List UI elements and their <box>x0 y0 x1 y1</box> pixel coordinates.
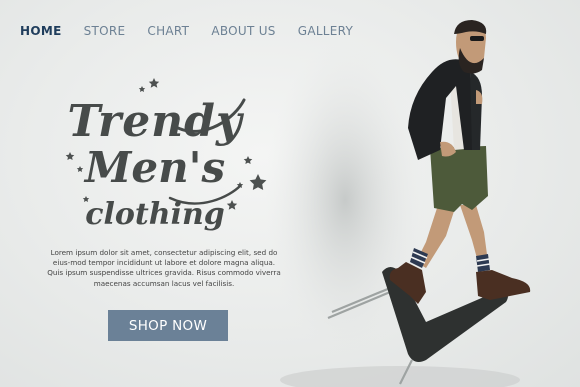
nav-chart[interactable]: CHART <box>147 24 189 38</box>
nav-store[interactable]: STORE <box>84 24 126 38</box>
hero-title: Trendy Men's clothing <box>40 99 270 233</box>
hero-title-line3: clothing <box>85 197 225 233</box>
shorts <box>430 146 488 212</box>
hero-photo <box>265 20 531 387</box>
star-icon <box>148 78 160 88</box>
right-leg <box>460 205 488 262</box>
right-boot <box>476 270 531 300</box>
nav-home[interactable]: HOME <box>20 24 62 38</box>
hero-title-line2: Men's <box>84 143 226 193</box>
hero-title-line1: Trendy <box>67 96 243 148</box>
hero-description: Lorem ipsum dolor sit amet, consectetur … <box>47 248 281 288</box>
star-icon <box>138 86 146 92</box>
shop-now-button[interactable]: SHOP NOW <box>108 310 228 341</box>
